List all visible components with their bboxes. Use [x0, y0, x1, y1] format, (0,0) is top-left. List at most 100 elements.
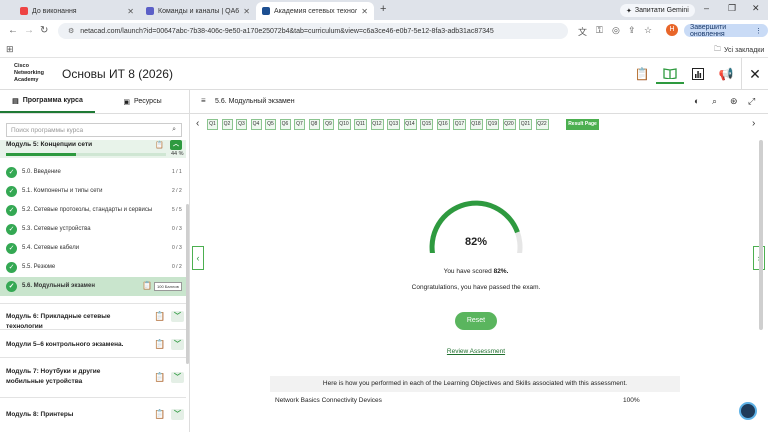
scored-message: You have scored 82%.: [190, 268, 762, 275]
module-title: Модуль 7: Ноутбуки и другие мобильные ус…: [6, 368, 101, 385]
lesson-item[interactable]: ✓ 5.0. Введение 1 / 1: [0, 163, 186, 182]
translate-icon[interactable]: 文: [578, 25, 587, 38]
module-item[interactable]: Модули 5–6 контрольного экзамена. 📋 ﹀: [0, 329, 186, 357]
module-item[interactable]: Модуль 7: Ноутбуки и другие мобильные ус…: [0, 357, 186, 397]
minimize-icon[interactable]: –: [704, 3, 709, 13]
tab-title: Команды и каналы | QA62/QA: [158, 7, 240, 15]
course-search-input[interactable]: Поиск программы курса ⌕: [6, 123, 182, 137]
check-icon: ✓: [6, 243, 17, 254]
browser-tab[interactable]: Команды и каналы | QA62/QA ✕: [140, 2, 256, 20]
browser-tab[interactable]: До виконання ✕: [14, 2, 140, 20]
congrats-message: Congratulations, you have passed the exa…: [411, 284, 541, 291]
password-key-icon[interactable]: ⚿: [596, 25, 603, 36]
logo-line: Cisco: [14, 63, 29, 69]
close-tab-icon[interactable]: ✕: [127, 7, 134, 16]
gemini-button[interactable]: ✦ Запитати Gemini: [620, 4, 695, 17]
more-menu-icon[interactable]: ⋮: [755, 27, 762, 35]
tab-label: Программа курса: [22, 97, 83, 104]
objective-score: 100%: [623, 397, 640, 404]
url-text: netacad.com/launch?id=00647abc-7b38-406c…: [80, 27, 494, 35]
tab-favicon-icon: [20, 7, 28, 15]
tab-resources[interactable]: ▣ Ресурсы: [95, 90, 189, 113]
megaphone-icon[interactable]: 📢: [712, 64, 740, 84]
expand-chevron-icon[interactable]: ﹀: [171, 372, 184, 383]
current-module-header[interactable]: Модуль 5: Концепции сети 📋 ︿ 44 %: [0, 140, 186, 158]
expand-chevron-icon[interactable]: ﹀: [171, 339, 184, 350]
lesson-item[interactable]: ✓ 5.1. Компоненты и типы сети 2 / 2: [0, 182, 186, 201]
reload-icon[interactable]: ↻: [40, 25, 48, 36]
lesson-label: 5.4. Сетевые кабели: [22, 245, 80, 251]
share-icon[interactable]: ⇪: [628, 25, 636, 36]
lesson-count: 2 / 2: [172, 188, 182, 194]
site-info-icon[interactable]: ⚙: [68, 27, 74, 35]
search-placeholder: Поиск программы курса: [11, 126, 84, 134]
check-icon: ✓: [6, 262, 17, 273]
forward-icon[interactable]: →: [24, 25, 34, 36]
scored-value: 82%.: [493, 268, 509, 275]
browser-tab-bar: До виконання ✕ Команды и каналы | QA62/Q…: [0, 0, 768, 20]
browser-tab-active[interactable]: Академия сетевых технологий ✕: [256, 2, 374, 20]
lesson-label: 5.2. Сетевые протоколы, стандарты и серв…: [22, 207, 153, 213]
check-icon: ✓: [6, 167, 17, 178]
lesson-count: 1 / 1: [172, 169, 182, 175]
tab-course-outline[interactable]: ▤ Программа курса: [0, 90, 95, 113]
sidebar-scrollbar[interactable]: [186, 204, 189, 364]
lesson-item[interactable]: ✓ 5.5. Резюме 0 / 2: [0, 258, 186, 277]
apps-grid-icon[interactable]: ⊞: [6, 44, 14, 55]
search-icon[interactable]: ⌕: [172, 126, 176, 134]
gemini-label: Запитати Gemini: [634, 7, 689, 14]
check-icon: ✓: [6, 186, 17, 197]
resources-icon: ▣: [123, 98, 130, 106]
lesson-count: 5 / 5: [172, 207, 182, 213]
lesson-item[interactable]: ✓ 5.2. Сетевые протоколы, стандарты и се…: [0, 201, 186, 220]
clipboard-icon: 📋: [155, 142, 164, 149]
close-tab-icon[interactable]: ✕: [361, 7, 368, 16]
lesson-label: 5.3. Сетевые устройства: [22, 226, 91, 232]
clipboard-icon: 📋: [154, 339, 166, 349]
review-assessment-link[interactable]: Review Assessment: [190, 348, 762, 355]
lesson-label: 5.0. Введение: [22, 169, 61, 175]
module-item[interactable]: Модуль 8: Принтеры 📋 ﹀: [0, 397, 186, 432]
grades-chart-icon[interactable]: [684, 64, 712, 84]
lesson-count: 0 / 3: [172, 226, 182, 232]
main-content: ≡ 5.6. Модульный экзамен ◐ ⌕ ⊛ ⤢ ‹ Q1 Q2 Q…: [190, 90, 768, 432]
maximize-icon[interactable]: ❐: [728, 3, 736, 14]
cisco-academy-logo[interactable]: Cisco Networking Academy: [14, 63, 44, 84]
teams-favicon-icon: [146, 7, 154, 15]
clipboard-icon: 📋: [154, 409, 166, 419]
folder-icon: 🗀: [714, 46, 721, 53]
close-window-icon[interactable]: ✕: [752, 3, 760, 14]
close-tab-icon[interactable]: ✕: [243, 7, 250, 16]
module-progress-bar: [6, 153, 166, 156]
bookmark-star-icon[interactable]: ☆: [644, 25, 652, 36]
scored-prefix: You have scored: [443, 268, 494, 275]
expand-chevron-icon[interactable]: ﹀: [171, 311, 184, 322]
module-item[interactable]: Модуль 6: Прикладные сетевые технологии …: [0, 303, 186, 330]
logo-line: Networking: [14, 70, 44, 76]
assistant-bubble-icon[interactable]: [739, 402, 757, 420]
all-bookmarks-folder[interactable]: 🗀 Усі закладки: [714, 45, 764, 56]
clipboard-icon[interactable]: 📋: [628, 64, 656, 84]
book-icon[interactable]: [656, 64, 684, 84]
bar-chart-icon: [692, 68, 704, 80]
update-button[interactable]: Завершити оновлення ⋮: [684, 24, 768, 38]
gemini-icon: ✦: [626, 7, 632, 15]
lesson-item[interactable]: ✓ 5.4. Сетевые кабели 0 / 3: [0, 239, 186, 258]
lesson-item[interactable]: ✓ 5.3. Сетевые устройства 0 / 3: [0, 220, 186, 239]
reset-button[interactable]: Reset: [455, 312, 497, 330]
profile-avatar[interactable]: Н: [666, 24, 678, 36]
open-book-icon: [663, 68, 677, 79]
new-tab-button[interactable]: +: [380, 3, 386, 15]
performance-heading: Here is how you performed in each of the…: [270, 376, 680, 392]
module-title: Модуль 8: Принтеры: [6, 411, 74, 418]
close-course-icon[interactable]: ✕: [741, 58, 768, 90]
progress-fill: [6, 153, 77, 156]
lesson-item-active[interactable]: ✓ 5.6. Модульный экзамен 📋 100 Баллов: [0, 277, 186, 296]
lens-icon[interactable]: ◎: [612, 25, 620, 36]
back-icon[interactable]: ←: [8, 25, 18, 36]
clipboard-icon: 📋: [154, 311, 166, 321]
logo-line: Academy: [14, 77, 39, 83]
url-field[interactable]: ⚙ netacad.com/launch?id=00647abc-7b38-40…: [58, 23, 568, 39]
expand-chevron-icon[interactable]: ﹀: [171, 409, 184, 420]
collapse-chevron-icon[interactable]: ︿: [170, 140, 182, 150]
